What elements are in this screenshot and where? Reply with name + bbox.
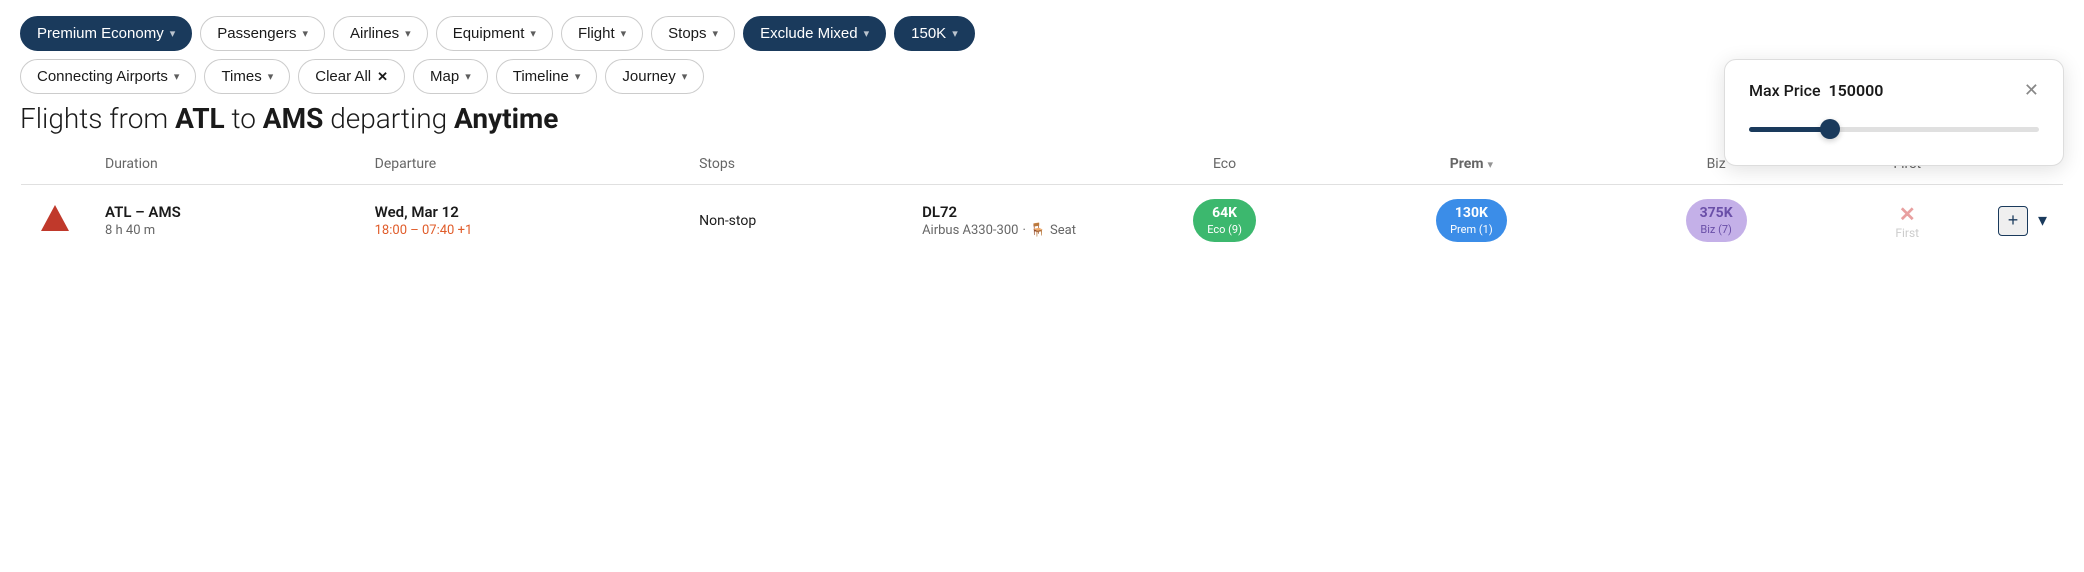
biz-cell[interactable]: 375K Biz (7) bbox=[1600, 185, 1833, 257]
action-buttons: + ▾ bbox=[1998, 206, 2047, 236]
th-eco: Eco bbox=[1106, 144, 1343, 185]
filter-timeline[interactable]: Timeline ▾ bbox=[496, 59, 598, 94]
route-text: ATL – AMS bbox=[105, 203, 343, 221]
eco-sub: Eco (9) bbox=[1207, 223, 1242, 236]
duration-text: 8 h 40 m bbox=[105, 223, 343, 238]
filter-premium-economy[interactable]: Premium Economy ▾ bbox=[20, 16, 192, 51]
filter-label: Premium Economy bbox=[37, 25, 164, 42]
filter-airlines[interactable]: Airlines ▾ bbox=[333, 16, 428, 51]
filter-times[interactable]: Times ▾ bbox=[204, 59, 290, 94]
seat-icon: 🪑 bbox=[1030, 223, 1046, 238]
actions-cell: + ▾ bbox=[1982, 185, 2064, 257]
filter-label: Clear All bbox=[315, 68, 371, 85]
filter-connecting-airports[interactable]: Connecting Airports ▾ bbox=[20, 59, 196, 94]
airline-logo-cell bbox=[21, 185, 90, 257]
filter-label: Journey bbox=[622, 68, 675, 85]
slider-track bbox=[1749, 127, 2039, 132]
first-unavailable-icon: ✕ bbox=[1899, 202, 1916, 226]
th-duration: Duration bbox=[89, 144, 359, 185]
prem-cell[interactable]: 130K Prem (1) bbox=[1343, 185, 1600, 257]
dep-hours: 18:00 – 07:40 +1 bbox=[375, 223, 667, 238]
biz-badge[interactable]: 375K Biz (7) bbox=[1686, 199, 1747, 242]
th-airline-logo bbox=[21, 144, 90, 185]
filter-label: 150K bbox=[911, 25, 946, 42]
filter-exclude-mixed[interactable]: Exclude Mixed ▾ bbox=[743, 16, 886, 51]
popup-header: Max Price 150000 ✕ bbox=[1749, 80, 2039, 101]
filter-stops[interactable]: Stops ▾ bbox=[651, 16, 735, 51]
chevron-down-icon: ▾ bbox=[465, 70, 471, 83]
filter-label: Flight bbox=[578, 25, 615, 42]
price-slider[interactable] bbox=[1749, 117, 2039, 141]
prem-sub: Prem (1) bbox=[1450, 223, 1493, 236]
first-cell: ✕ First bbox=[1832, 185, 1981, 257]
chevron-down-icon: ▾ bbox=[530, 27, 536, 40]
route-cell: ATL – AMS 8 h 40 m bbox=[89, 185, 359, 257]
close-icon: ✕ bbox=[377, 69, 388, 85]
th-stops: Stops bbox=[683, 144, 906, 185]
chevron-down-icon: ▾ bbox=[575, 70, 581, 83]
filter-label: Stops bbox=[668, 25, 706, 42]
delta-logo bbox=[37, 201, 73, 237]
page-title: Flights from ATL to AMS departing Anytim… bbox=[20, 102, 558, 135]
filter-label: Exclude Mixed bbox=[760, 25, 858, 42]
filter-label: Times bbox=[221, 68, 261, 85]
filter-passengers[interactable]: Passengers ▾ bbox=[200, 16, 325, 51]
chevron-down-icon: ▾ bbox=[170, 27, 176, 40]
filter-equipment[interactable]: Equipment ▾ bbox=[436, 16, 553, 51]
expand-icon[interactable]: ▾ bbox=[2038, 210, 2047, 231]
filter-clear-all[interactable]: Clear All ✕ bbox=[298, 59, 405, 94]
filter-150k[interactable]: 150K ▾ bbox=[894, 16, 975, 51]
prem-price: 130K bbox=[1455, 205, 1488, 221]
filter-label: Map bbox=[430, 68, 459, 85]
add-button[interactable]: + bbox=[1998, 206, 2028, 236]
filter-journey[interactable]: Journey ▾ bbox=[605, 59, 704, 94]
filter-bar-row2: Connecting Airports ▾ Times ▾ Clear All … bbox=[0, 59, 2084, 102]
biz-price: 375K bbox=[1700, 205, 1733, 221]
filter-map[interactable]: Map ▾ bbox=[413, 59, 488, 94]
filter-flight[interactable]: Flight ▾ bbox=[561, 16, 643, 51]
eco-badge[interactable]: 64K Eco (9) bbox=[1193, 199, 1256, 242]
chevron-down-icon: ▾ bbox=[713, 27, 719, 40]
filter-label: Equipment bbox=[453, 25, 525, 42]
popup-label: Max Price bbox=[1749, 81, 1821, 100]
departure-cell: Wed, Mar 12 18:00 – 07:40 +1 bbox=[359, 185, 683, 257]
price-popup: Max Price 150000 ✕ bbox=[1724, 59, 2064, 166]
slider-fill bbox=[1749, 127, 1830, 132]
prem-badge[interactable]: 130K Prem (1) bbox=[1436, 199, 1507, 242]
stops-cell: Non-stop bbox=[683, 185, 906, 257]
popup-close-button[interactable]: ✕ bbox=[2024, 80, 2039, 101]
th-departure: Departure bbox=[359, 144, 683, 185]
eco-price: 64K bbox=[1212, 205, 1237, 221]
filter-label: Connecting Airports bbox=[37, 68, 168, 85]
chevron-down-icon: ▾ bbox=[405, 27, 411, 40]
flight-info-cell: DL72 Airbus A330-300 · 🪑 Seat bbox=[906, 185, 1106, 257]
eco-cell[interactable]: 64K Eco (9) bbox=[1106, 185, 1343, 257]
stops-text: Non-stop bbox=[699, 213, 756, 229]
chevron-down-icon: ▾ bbox=[302, 27, 308, 40]
chevron-down-icon: ▾ bbox=[952, 27, 958, 40]
chevron-down-icon: ▾ bbox=[268, 70, 274, 83]
chevron-down-icon: ▾ bbox=[174, 70, 180, 83]
dep-date: Wed, Mar 12 bbox=[375, 203, 667, 221]
flight-code: DL72 bbox=[922, 203, 1090, 221]
filter-label: Timeline bbox=[513, 68, 569, 85]
filter-label: Passengers bbox=[217, 25, 296, 42]
popup-value: 150000 bbox=[1829, 81, 1884, 100]
first-label: First bbox=[1895, 226, 1919, 240]
filter-bar-row1: Premium Economy ▾ Passengers ▾ Airlines … bbox=[0, 0, 2084, 59]
th-prem[interactable]: Prem ▾ bbox=[1343, 144, 1600, 185]
biz-sub: Biz (7) bbox=[1700, 223, 1732, 236]
chevron-down-icon: ▾ bbox=[621, 27, 627, 40]
slider-thumb[interactable] bbox=[1820, 119, 1840, 139]
table-row: ATL – AMS 8 h 40 m Wed, Mar 12 18:00 – 0… bbox=[21, 185, 2064, 257]
chevron-down-icon: ▾ bbox=[864, 27, 870, 40]
filter-label: Airlines bbox=[350, 25, 399, 42]
flight-sub: Airbus A330-300 · 🪑 Seat bbox=[922, 223, 1090, 238]
th-flight-info bbox=[906, 144, 1106, 185]
chevron-down-icon: ▾ bbox=[1487, 158, 1493, 171]
chevron-down-icon: ▾ bbox=[682, 70, 688, 83]
